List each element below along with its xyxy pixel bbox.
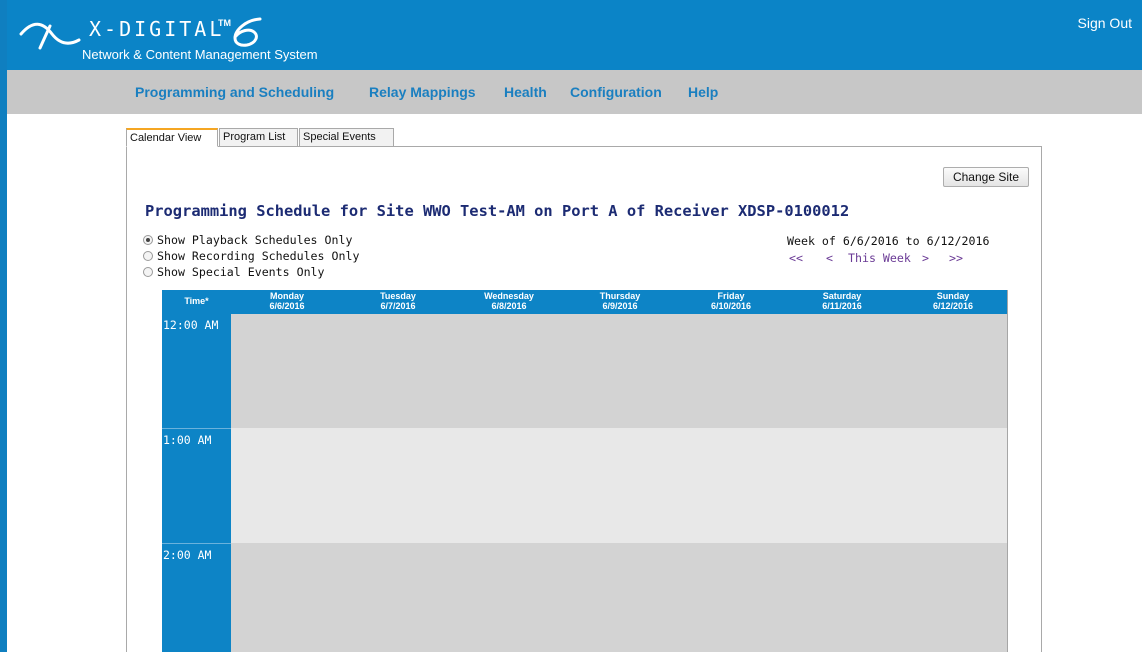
this-week-link[interactable]: This Week (848, 251, 911, 265)
slot-friday-12am[interactable] (675, 314, 787, 429)
tab-special-events[interactable]: Special Events (299, 128, 394, 147)
hour-divider (162, 543, 231, 544)
day-date: 6/12/2016 (932, 300, 974, 311)
day-date: 6/7/2016 (380, 300, 416, 311)
day-header-saturday: Saturday 6/11/2016 (787, 290, 897, 314)
filter-special-events-option[interactable]: Show Special Events Only (143, 264, 359, 280)
change-site-button[interactable]: Change Site (943, 167, 1029, 187)
special-events-radio[interactable] (143, 267, 153, 277)
playback-radio[interactable] (143, 235, 153, 245)
slot-friday-1am[interactable] (675, 428, 787, 544)
filter-recording-option[interactable]: Show Recording Schedules Only (143, 248, 359, 264)
page-title: Programming Schedule for Site WWO Test-A… (145, 202, 850, 220)
recording-radio[interactable] (143, 251, 153, 261)
slot-wednesday-2am[interactable] (453, 543, 565, 652)
slot-sunday-2am[interactable] (897, 543, 1007, 652)
tab-program-list[interactable]: Program List (219, 128, 298, 147)
nav-health[interactable]: Health (504, 83, 547, 101)
day-header-monday: Monday 6/6/2016 (232, 290, 342, 314)
x-digital-logo-icon (19, 22, 81, 50)
slot-thursday-2am[interactable] (564, 543, 676, 652)
slot-tuesday-1am[interactable] (342, 428, 454, 544)
nav-relay-mappings[interactable]: Relay Mappings (369, 83, 476, 101)
brand-six-logo-icon (233, 17, 262, 47)
hour-label-2am: 2:00 AM (163, 548, 212, 562)
first-week-link[interactable]: << (789, 251, 803, 265)
slot-tuesday-2am[interactable] (342, 543, 454, 652)
week-calendar-grid: Time* Monday 6/6/2016 Tuesday 6/7/2016 W… (162, 290, 1008, 652)
app-subtitle: Network & Content Management System (82, 47, 318, 62)
brand-name: X-DIGITAL (89, 17, 225, 41)
day-date: 6/6/2016 (269, 300, 305, 311)
time-column-header: Time* (184, 296, 209, 306)
schedule-filter-group: Show Playback Schedules Only Show Record… (143, 232, 359, 280)
slot-thursday-1am[interactable] (564, 428, 676, 544)
nav-help[interactable]: Help (688, 83, 718, 101)
slot-monday-1am[interactable] (231, 428, 343, 544)
hour-divider (162, 428, 231, 429)
day-header-tuesday: Tuesday 6/7/2016 (343, 290, 453, 314)
day-header-friday: Friday 6/10/2016 (676, 290, 786, 314)
hour-label-1am: 1:00 AM (163, 433, 212, 447)
slot-wednesday-1am[interactable] (453, 428, 565, 544)
recording-radio-label: Show Recording Schedules Only (157, 249, 360, 263)
filter-playback-option[interactable]: Show Playback Schedules Only (143, 232, 359, 248)
slot-saturday-2am[interactable] (786, 543, 898, 652)
slot-sunday-1am[interactable] (897, 428, 1007, 544)
next-week-link[interactable]: > (922, 251, 929, 265)
slot-thursday-12am[interactable] (564, 314, 676, 429)
slot-monday-2am[interactable] (231, 543, 343, 652)
calendar-panel: Change Site Programming Schedule for Sit… (126, 146, 1042, 652)
slot-friday-2am[interactable] (675, 543, 787, 652)
nav-configuration[interactable]: Configuration (570, 83, 662, 101)
previous-week-link[interactable]: < (826, 251, 833, 265)
nav-programming-and-scheduling[interactable]: Programming and Scheduling (135, 83, 334, 101)
calendar-header-row: Time* Monday 6/6/2016 Tuesday 6/7/2016 W… (162, 290, 1007, 314)
day-date: 6/8/2016 (491, 300, 527, 311)
week-range: Week of 6/6/2016 to 6/12/2016 (787, 234, 990, 248)
sign-out-link[interactable]: Sign Out (1078, 15, 1132, 31)
left-edge-rule (0, 0, 7, 652)
main-nav: Programming and Scheduling Relay Mapping… (7, 70, 1142, 114)
playback-radio-label: Show Playback Schedules Only (157, 233, 353, 247)
slot-saturday-1am[interactable] (786, 428, 898, 544)
slot-saturday-12am[interactable] (786, 314, 898, 429)
time-column: 12:00 AM 1:00 AM 2:00 AM (162, 314, 231, 652)
day-header-wednesday: Wednesday 6/8/2016 (454, 290, 564, 314)
slot-wednesday-12am[interactable] (453, 314, 565, 429)
day-header-thursday: Thursday 6/9/2016 (565, 290, 675, 314)
day-date: 6/9/2016 (602, 300, 638, 311)
day-date: 6/11/2016 (822, 300, 862, 311)
special-events-radio-label: Show Special Events Only (157, 265, 325, 279)
hour-label-12am: 12:00 AM (163, 318, 219, 332)
tab-calendar-view[interactable]: Calendar View (126, 128, 218, 147)
app-header: X-DIGITAL TM Network & Content Managemen… (7, 0, 1142, 70)
last-week-link[interactable]: >> (949, 251, 963, 265)
day-date: 6/10/2016 (710, 300, 752, 311)
slot-monday-12am[interactable] (231, 314, 343, 429)
day-header-sunday: Sunday 6/12/2016 (898, 290, 1007, 314)
slot-sunday-12am[interactable] (897, 314, 1007, 429)
slot-tuesday-12am[interactable] (342, 314, 454, 429)
